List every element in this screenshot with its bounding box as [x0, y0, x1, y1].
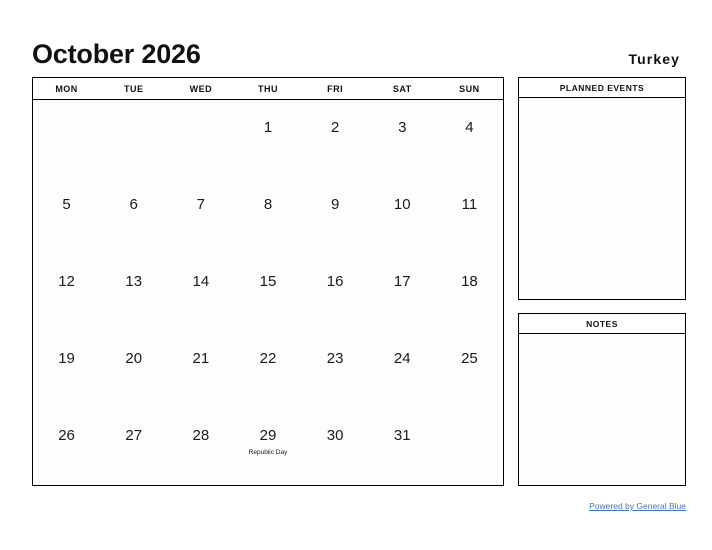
- day-cell[interactable]: 11: [436, 177, 503, 254]
- day-number: 24: [393, 350, 411, 367]
- page-title: October 2026: [32, 39, 201, 69]
- day-number: 14: [192, 273, 210, 290]
- day-cell[interactable]: 1: [234, 100, 301, 177]
- day-number: 1: [263, 119, 273, 136]
- day-number: 5: [62, 196, 71, 213]
- day-cell[interactable]: 3: [369, 100, 436, 177]
- day-cell[interactable]: 10: [369, 177, 436, 254]
- day-cell[interactable]: 28: [167, 408, 234, 485]
- day-cell[interactable]: [100, 100, 167, 177]
- day-number: 2: [330, 119, 340, 136]
- day-number: 20: [125, 350, 143, 367]
- day-cell[interactable]: 4: [436, 100, 503, 177]
- day-number: 27: [125, 427, 143, 444]
- day-cell[interactable]: 22: [234, 331, 301, 408]
- planned-events-panel: PLANNED EVENTS: [518, 77, 686, 300]
- day-number: 22: [259, 350, 277, 367]
- day-event-label: Republic Day: [248, 449, 288, 456]
- day-cell[interactable]: 21: [167, 331, 234, 408]
- day-cell[interactable]: 6: [100, 177, 167, 254]
- weekday-header-row: MON TUE WED THU FRI SAT SUN: [33, 78, 503, 100]
- day-number: 15: [259, 273, 277, 290]
- day-number: 29: [259, 427, 277, 444]
- week-row: 26 27 28 29 Republic Day 30 31: [33, 408, 503, 485]
- day-number: 9: [330, 196, 340, 213]
- day-cell[interactable]: 27: [100, 408, 167, 485]
- day-number: 28: [192, 427, 210, 444]
- calendar-grid: MON TUE WED THU FRI SAT SUN 1 2 3 4 5 6 …: [32, 77, 504, 486]
- day-number: 19: [58, 350, 75, 367]
- day-number: 7: [196, 196, 206, 213]
- day-cell[interactable]: 31: [369, 408, 436, 485]
- day-number: 3: [398, 119, 407, 136]
- day-number: 12: [58, 273, 75, 290]
- week-row: 5 6 7 8 9 10 11: [33, 177, 503, 254]
- day-number: 4: [465, 119, 474, 136]
- weekday-header-sun: SUN: [459, 83, 480, 94]
- day-number: 21: [192, 350, 210, 367]
- weekday-header-thu: THU: [257, 83, 278, 94]
- day-cell[interactable]: 12: [33, 254, 100, 331]
- day-number: 30: [326, 427, 344, 444]
- notes-title: NOTES: [519, 314, 685, 334]
- week-row: 12 13 14 15 16 17 18: [33, 254, 503, 331]
- weekday-header-wed: WED: [189, 83, 213, 94]
- country-label: Turkey: [628, 51, 680, 67]
- day-cell[interactable]: 18: [436, 254, 503, 331]
- day-cell[interactable]: 14: [167, 254, 234, 331]
- day-number: 18: [461, 273, 478, 290]
- day-cell[interactable]: 23: [302, 331, 369, 408]
- day-cell[interactable]: 17: [369, 254, 436, 331]
- day-number: 10: [393, 196, 411, 213]
- day-number: 8: [263, 196, 273, 213]
- calendar-weeks: 1 2 3 4 5 6 7 8 9 10 11 12 13 14 15 16 1…: [33, 100, 503, 485]
- footer: Powered by General Blue: [518, 496, 686, 514]
- day-cell[interactable]: [167, 100, 234, 177]
- notes-panel: NOTES: [518, 313, 686, 486]
- notes-body[interactable]: [519, 334, 685, 485]
- day-cell[interactable]: 7: [167, 177, 234, 254]
- powered-by-link[interactable]: Powered by General Blue: [589, 501, 686, 511]
- day-number: 25: [461, 350, 478, 367]
- day-number: 23: [326, 350, 344, 367]
- day-number: 26: [58, 427, 75, 444]
- day-cell[interactable]: 13: [100, 254, 167, 331]
- week-row: 19 20 21 22 23 24 25: [33, 331, 503, 408]
- day-cell[interactable]: 24: [369, 331, 436, 408]
- day-cell[interactable]: 5: [33, 177, 100, 254]
- day-number: 13: [125, 273, 143, 290]
- day-cell[interactable]: 29 Republic Day: [234, 408, 301, 485]
- day-cell[interactable]: 25: [436, 331, 503, 408]
- day-cell[interactable]: 9: [302, 177, 369, 254]
- day-cell[interactable]: 2: [302, 100, 369, 177]
- day-cell[interactable]: 26: [33, 408, 100, 485]
- day-number: 11: [461, 196, 478, 213]
- weekday-header-fri: FRI: [327, 83, 344, 94]
- day-cell[interactable]: 15: [234, 254, 301, 331]
- day-number: 17: [393, 273, 411, 290]
- day-cell[interactable]: 30: [302, 408, 369, 485]
- day-number: 16: [326, 273, 344, 290]
- week-row: 1 2 3 4: [33, 100, 503, 177]
- day-cell[interactable]: 8: [234, 177, 301, 254]
- day-number: 6: [129, 196, 138, 213]
- day-cell[interactable]: 20: [100, 331, 167, 408]
- weekday-header-mon: MON: [55, 83, 78, 94]
- planned-events-title: PLANNED EVENTS: [519, 78, 685, 98]
- day-number: 31: [393, 427, 411, 444]
- day-cell[interactable]: [33, 100, 100, 177]
- day-cell[interactable]: [436, 408, 503, 485]
- day-cell[interactable]: 16: [302, 254, 369, 331]
- weekday-header-tue: TUE: [123, 83, 144, 94]
- page-header: October 2026 Turkey: [32, 30, 680, 68]
- planned-events-body[interactable]: [519, 98, 685, 299]
- day-cell[interactable]: 19: [33, 331, 100, 408]
- weekday-header-sat: SAT: [392, 83, 412, 94]
